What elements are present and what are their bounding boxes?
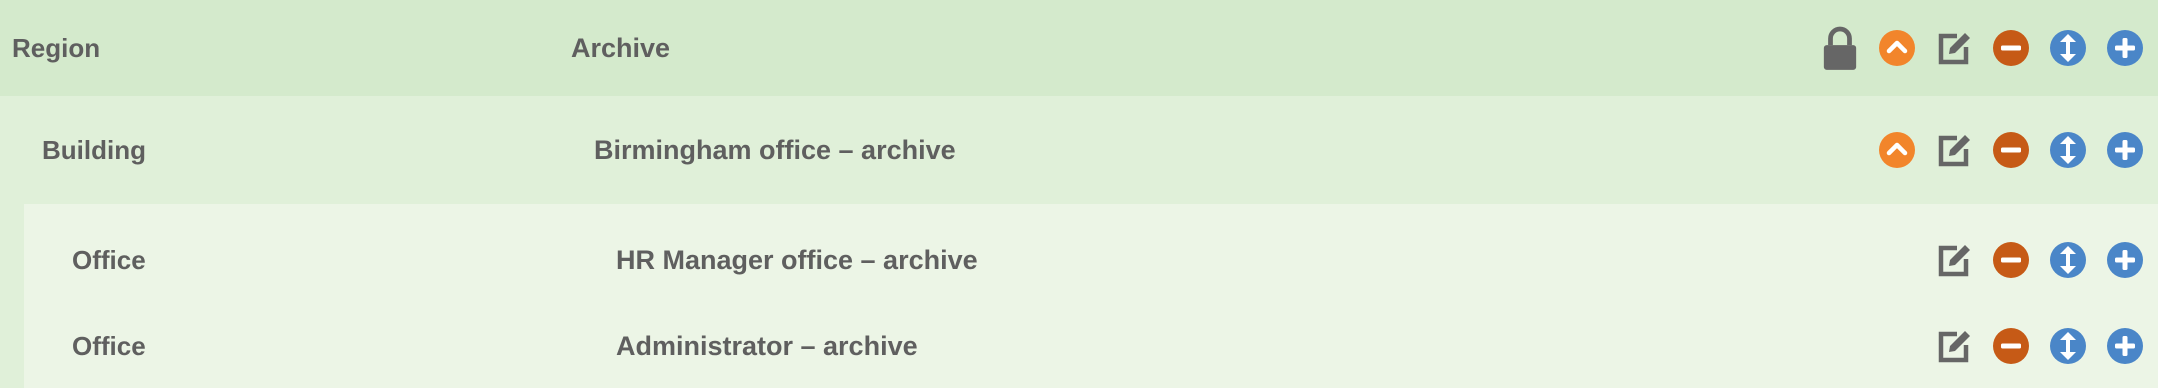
collapse-icon[interactable] — [1878, 29, 1916, 67]
add-icon[interactable] — [2106, 131, 2144, 169]
tree-row-office[interactable]: Office HR Manager office – archive — [24, 218, 2158, 302]
row-name-label: Birmingham office – archive — [594, 134, 956, 165]
row-type-label: Building — [42, 134, 146, 165]
add-icon[interactable] — [2106, 327, 2144, 365]
row-name-label: HR Manager office – archive — [616, 244, 978, 275]
move-icon[interactable] — [2049, 327, 2087, 365]
row-actions — [1878, 131, 2144, 169]
row-actions — [1821, 26, 2144, 70]
row-type-label: Office — [72, 330, 146, 361]
row-actions — [1935, 241, 2144, 279]
row-actions — [1935, 327, 2144, 365]
move-icon[interactable] — [2049, 131, 2087, 169]
collapse-icon[interactable] — [1878, 131, 1916, 169]
edit-icon[interactable] — [1935, 29, 1973, 67]
edit-icon[interactable] — [1935, 131, 1973, 169]
row-type-label: Region — [12, 32, 101, 63]
tree-row-building[interactable]: Building Birmingham office – archive — [0, 96, 2158, 204]
row-type-label: Office — [72, 244, 146, 275]
move-icon[interactable] — [2049, 241, 2087, 279]
row-name-label: Administrator – archive — [616, 330, 918, 361]
row-name-label: Archive — [571, 32, 671, 63]
add-icon[interactable] — [2106, 29, 2144, 67]
remove-icon[interactable] — [1992, 29, 2030, 67]
add-icon[interactable] — [2106, 241, 2144, 279]
lock-icon[interactable] — [1821, 26, 1859, 70]
edit-icon[interactable] — [1935, 327, 1973, 365]
tree-row-office[interactable]: Office Administrator – archive — [24, 304, 2158, 388]
remove-icon[interactable] — [1992, 131, 2030, 169]
remove-icon[interactable] — [1992, 241, 2030, 279]
tree-row-region[interactable]: Region Archive — [0, 0, 2158, 96]
edit-icon[interactable] — [1935, 241, 1973, 279]
remove-icon[interactable] — [1992, 327, 2030, 365]
location-tree: Region Archive Building Birmingham offic… — [0, 0, 2158, 388]
move-icon[interactable] — [2049, 29, 2087, 67]
